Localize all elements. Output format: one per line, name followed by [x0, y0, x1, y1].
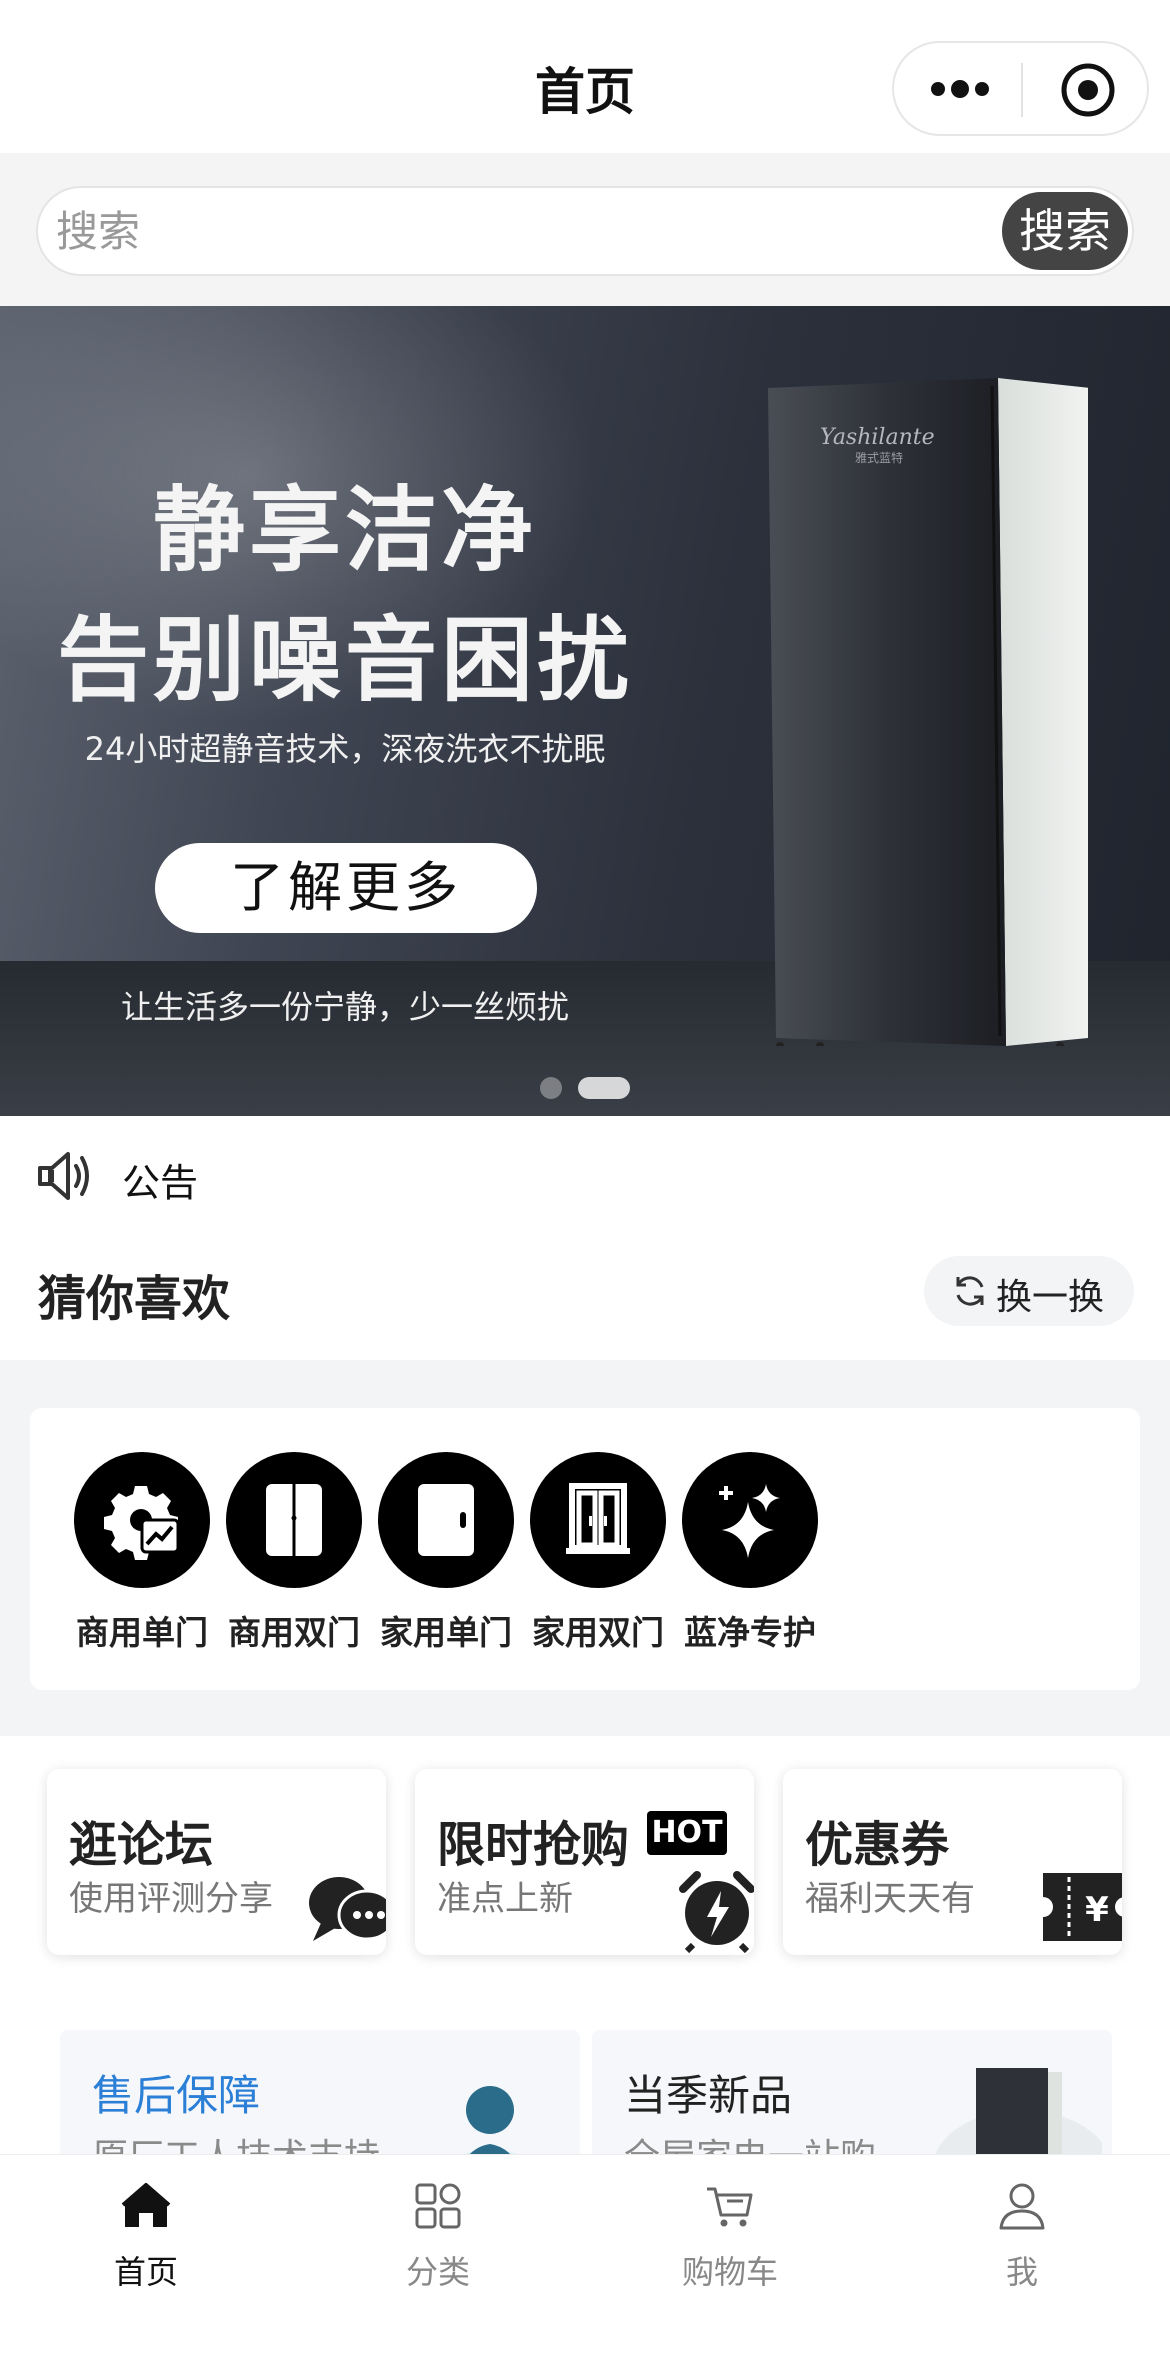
- tab-cart[interactable]: 购物车: [584, 2155, 876, 2353]
- tab-category[interactable]: 分类: [292, 2155, 584, 2353]
- feature-subtitle: 准点上新: [437, 1879, 573, 1919]
- category-label: 家用双门: [532, 1613, 664, 1652]
- category-icon-circle: [682, 1452, 818, 1588]
- search-input[interactable]: [56, 188, 996, 274]
- refresh-icon: [956, 1276, 984, 1306]
- cart-icon: [707, 2187, 753, 2227]
- svg-text:¥: ¥: [1085, 1890, 1109, 1930]
- alarm-clock-icon: [679, 1871, 754, 1953]
- category-label: 商用双门: [228, 1613, 360, 1652]
- chat-bubble-icon: [309, 1877, 386, 1941]
- feature-subtitle: 福利天天有: [805, 1879, 975, 1919]
- category-home-double[interactable]: 家用双门: [513, 1452, 683, 1662]
- forum-card[interactable]: 逛论坛 使用评测分享: [47, 1769, 386, 1955]
- category-blue-care[interactable]: 蓝净专护: [665, 1452, 835, 1662]
- close-target-icon[interactable]: [1059, 61, 1117, 119]
- tab-label: 分类: [405, 2253, 470, 2291]
- category-card: 商用单门 商用双门 家用单门 家用双门 蓝净专护: [30, 1408, 1140, 1690]
- capsule-divider: [1021, 63, 1023, 117]
- feature-title: 限时抢购: [437, 1817, 630, 1873]
- feature-title: 逛论坛: [69, 1817, 214, 1873]
- product-brand: Yashilante: [820, 425, 935, 450]
- search-area: 搜索: [0, 153, 1170, 306]
- sparkle-icon: [719, 1484, 780, 1558]
- refresh-label: 换一换: [996, 1277, 1105, 1318]
- user-icon: [999, 2183, 1045, 2230]
- category-commercial-single[interactable]: 商用单门: [57, 1452, 227, 1662]
- hot-badge: HOT: [647, 1811, 727, 1855]
- gear-chart-icon: [104, 1486, 180, 1560]
- notice-bar[interactable]: 公告: [0, 1116, 1170, 1234]
- category-commercial-double[interactable]: 商用双门: [209, 1452, 379, 1662]
- feature-title: 优惠券: [805, 1817, 950, 1873]
- category-icon: [415, 2183, 461, 2229]
- single-door-icon: [418, 1484, 474, 1556]
- tab-bar: 首页 分类 购物车 我: [0, 2154, 1170, 2353]
- banner-headline-1: 静享洁净: [152, 477, 537, 584]
- tab-me[interactable]: 我: [876, 2155, 1168, 2353]
- tab-home[interactable]: 首页: [0, 2155, 292, 2353]
- coupon-card[interactable]: 优惠券 福利天天有 ¥: [783, 1769, 1122, 1955]
- category-section: 商用单门 商用双门 家用单门 家用双门 蓝净专护: [0, 1360, 1170, 1736]
- product-cabinet-image: Yashilante 雅式蓝特: [768, 378, 1088, 1046]
- flash-sale-card[interactable]: 限时抢购 HOT 准点上新: [415, 1769, 754, 1955]
- speaker-icon: [38, 1152, 89, 1200]
- search-button[interactable]: 搜索: [1002, 192, 1128, 270]
- product-brand-cn: 雅式蓝特: [855, 450, 903, 465]
- nav-bar: 首页: [0, 0, 1170, 153]
- category-icon-circle: [378, 1452, 514, 1588]
- feature-row: 逛论坛 使用评测分享 限时抢购 HOT 准点上新 优惠券 福利天天有 ¥: [0, 1736, 1170, 1996]
- search-box: 搜索: [36, 186, 1134, 276]
- promo-title: 当季新品: [624, 2071, 793, 2120]
- banner-carousel[interactable]: 静享洁净 告别噪音困扰 24小时超静音技术，深夜洗衣不扰眠 了解更多 让生活多一…: [0, 306, 1170, 1116]
- feature-subtitle: 使用评测分享: [69, 1879, 273, 1919]
- category-icon-circle: [530, 1452, 666, 1588]
- category-label: 商用单门: [76, 1613, 208, 1652]
- carousel-dot-1[interactable]: [540, 1077, 562, 1099]
- category-label: 蓝净专护: [684, 1613, 816, 1652]
- category-icon-circle: [74, 1452, 210, 1588]
- recommend-header: 猜你喜欢 换一换: [0, 1234, 1170, 1360]
- tab-label: 我: [1005, 2253, 1038, 2291]
- tab-label: 首页: [113, 2253, 178, 2291]
- banner-headline-2: 告别噪音困扰: [56, 607, 633, 714]
- banner-subtitle: 24小时超静音技术，深夜洗衣不扰眠: [84, 730, 606, 768]
- tab-label: 购物车: [681, 2253, 778, 2291]
- recommend-title: 猜你喜欢: [38, 1271, 231, 1327]
- banner-footer: 让生活多一份宁静，少一丝烦扰: [120, 988, 569, 1026]
- coupon-icon: ¥: [1043, 1873, 1122, 1941]
- mini-program-capsule: [892, 41, 1149, 136]
- more-dots-icon[interactable]: [930, 71, 990, 107]
- double-door-icon: [266, 1484, 322, 1556]
- promo-title: 售后保障: [92, 2071, 261, 2120]
- category-label: 家用单门: [380, 1613, 512, 1652]
- learn-more-button[interactable]: 了解更多: [155, 843, 537, 933]
- refresh-button[interactable]: 换一换: [924, 1256, 1134, 1326]
- carousel-dot-2-active[interactable]: [578, 1077, 630, 1099]
- notice-label: 公告: [122, 1161, 199, 1205]
- category-home-single[interactable]: 家用单门: [361, 1452, 531, 1662]
- category-icon-circle: [226, 1452, 362, 1588]
- wardrobe-icon: [566, 1483, 630, 1554]
- home-icon: [121, 2183, 171, 2227]
